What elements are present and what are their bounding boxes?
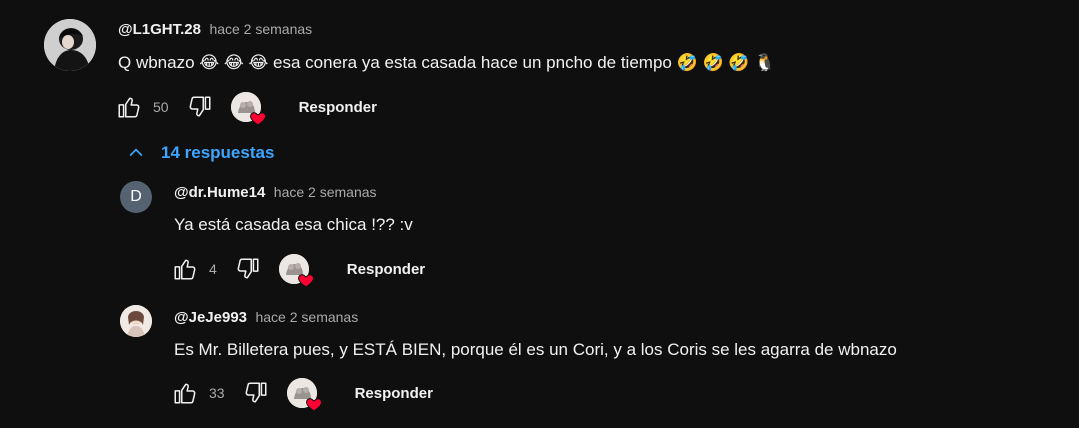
reply-author[interactable]: @dr.Hume14 (174, 184, 265, 201)
comment-author[interactable]: @L1GHT.28 (118, 21, 201, 38)
thumb-up-icon (118, 97, 140, 118)
like-count: 4 (209, 261, 217, 277)
avatar-image (120, 305, 152, 337)
reply-header: @JeJe993 hace 2 semanas (174, 309, 358, 327)
avatar-letter: D (130, 188, 142, 205)
dislike-button[interactable] (241, 378, 271, 408)
comment-author-avatar[interactable] (44, 19, 96, 71)
dislike-button[interactable] (185, 92, 215, 122)
comment-text: Q wbnazo 😂 😂 😂 esa conera ya esta casada… (118, 53, 776, 72)
comment-actions: 50 Responder (114, 90, 377, 126)
avatar-image (44, 19, 96, 71)
reply-header: @dr.Hume14 hace 2 semanas (174, 184, 377, 202)
comment-header: @L1GHT.28 hace 2 semanas (118, 21, 312, 39)
reply-author-avatar[interactable] (120, 305, 152, 337)
replies-toggle-label: 14 respuestas (161, 143, 275, 162)
replies-toggle[interactable]: 14 respuestas (126, 143, 274, 163)
reply-button[interactable]: Responder (299, 99, 377, 116)
reply-actions: 33 Responder (170, 376, 433, 412)
creator-heart-badge (278, 254, 314, 288)
like-count: 50 (153, 99, 169, 115)
like-button[interactable] (170, 378, 200, 408)
heart-icon (297, 274, 314, 288)
dislike-button[interactable] (233, 254, 263, 284)
thumb-down-icon (237, 258, 259, 279)
thumb-up-icon (174, 259, 196, 280)
thumb-up-icon (174, 383, 196, 404)
heart-icon (249, 112, 266, 126)
reply-author-avatar[interactable]: D (120, 181, 152, 213)
chevron-up-icon (129, 148, 143, 157)
thumb-down-icon (189, 96, 211, 117)
reply-text: Es Mr. Billetera pues, y ESTÁ BIEN, porq… (174, 340, 897, 359)
like-button[interactable] (170, 254, 200, 284)
comment-time[interactable]: hace 2 semanas (209, 21, 312, 37)
reply-text: Ya está casada esa chica !?? :v (174, 215, 413, 234)
reply-button[interactable]: Responder (347, 261, 425, 278)
reply-author[interactable]: @JeJe993 (174, 309, 247, 326)
reply-actions: 4 Responder (170, 252, 425, 288)
like-button[interactable] (114, 92, 144, 122)
reply-time[interactable]: hace 2 semanas (255, 309, 358, 325)
reply-time[interactable]: hace 2 semanas (274, 184, 377, 200)
like-count: 33 (209, 385, 225, 401)
thumb-down-icon (245, 382, 267, 403)
creator-heart-badge (286, 378, 322, 412)
creator-heart-badge (230, 92, 266, 126)
reply-button[interactable]: Responder (355, 385, 433, 402)
comments-section: @L1GHT.28 hace 2 semanas Q wbnazo 😂 😂 😂 … (0, 0, 1079, 428)
heart-icon (305, 398, 322, 412)
